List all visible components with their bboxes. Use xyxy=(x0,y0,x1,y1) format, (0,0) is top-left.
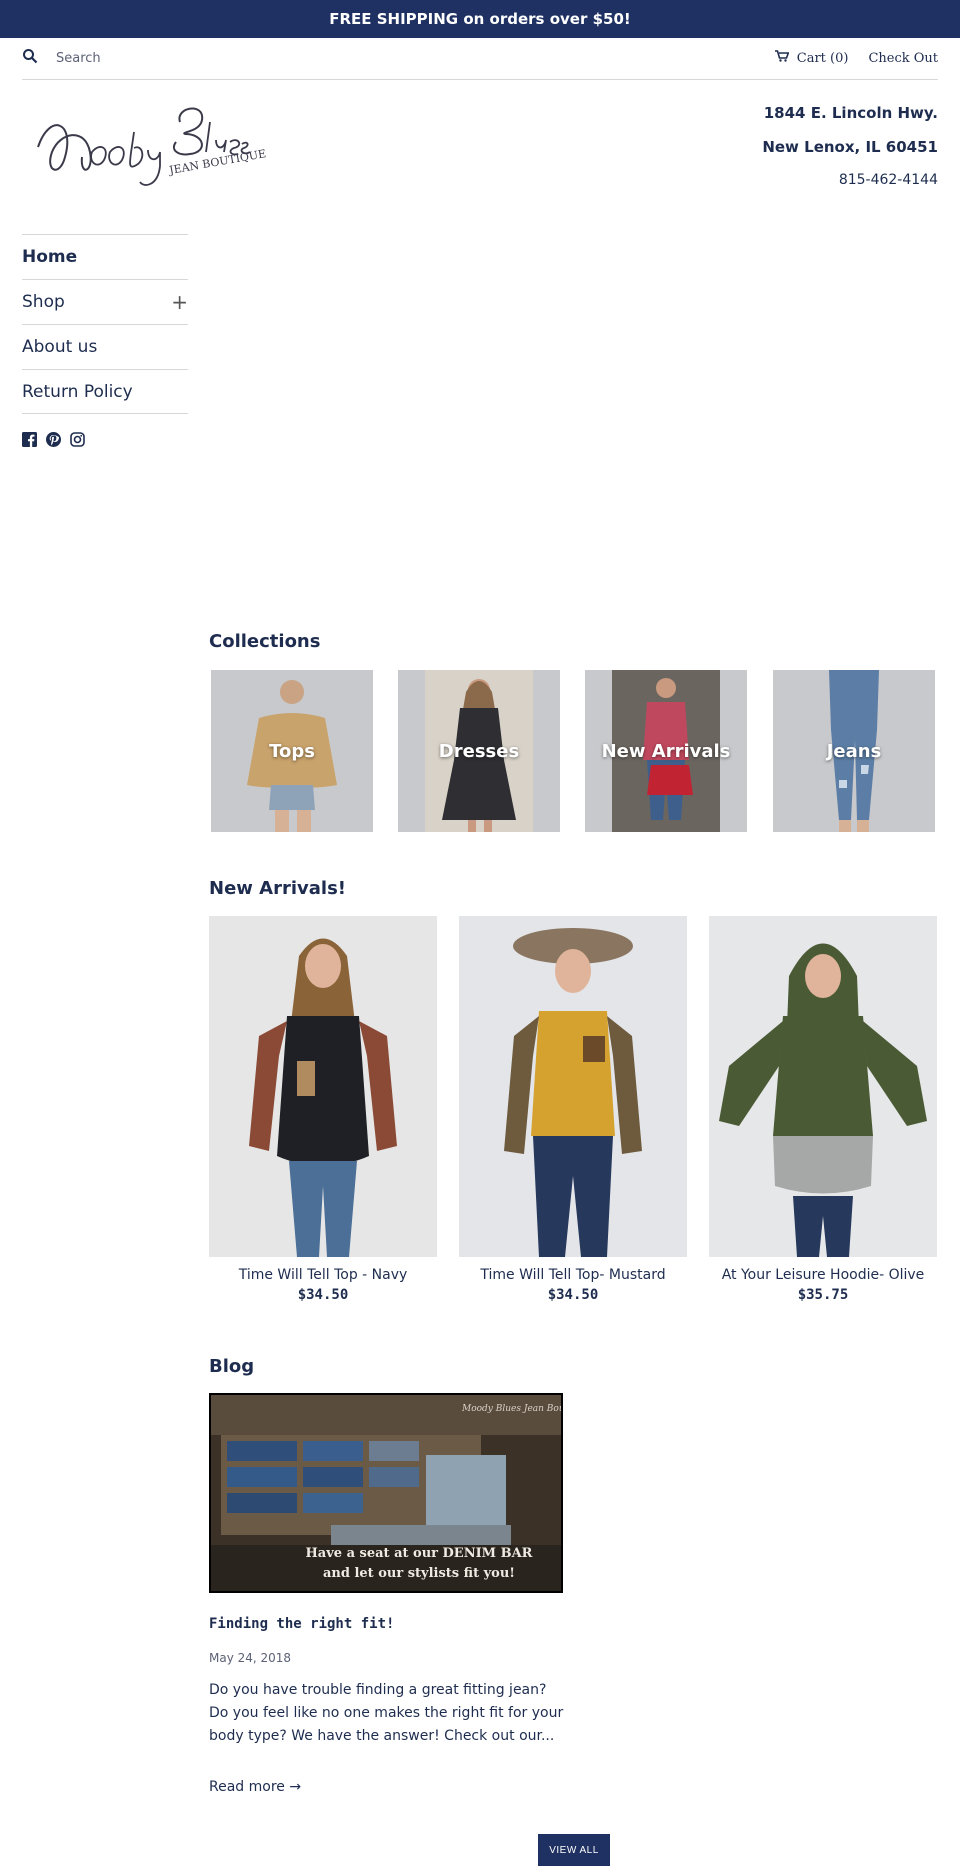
collection-tile-dresses[interactable]: Dresses xyxy=(398,670,560,832)
cart-links: Cart (0) Check Out xyxy=(774,50,938,66)
blog-post-image[interactable]: Have a seat at our DENIM BAR and let our… xyxy=(209,1393,563,1593)
store-phone[interactable]: 815-462-4144 xyxy=(762,172,938,188)
product-name[interactable]: At Your Leisure Hoodie- Olive xyxy=(709,1267,937,1283)
address-street: 1844 E. Lincoln Hwy. xyxy=(763,104,938,122)
nav-label-shop: Shop xyxy=(22,292,65,312)
facebook-icon[interactable] xyxy=(22,432,37,447)
nav-item-about[interactable]: About us xyxy=(22,324,188,369)
address-city: New Lenox, IL 60451 xyxy=(762,138,938,156)
instagram-icon[interactable] xyxy=(70,432,85,447)
read-more-link[interactable]: Read more → xyxy=(209,1779,301,1795)
blog-image-caption-2: and let our stylists fit you! xyxy=(323,1566,515,1581)
nav-item-return-policy[interactable]: Return Policy xyxy=(22,369,188,414)
blog-image-caption-1: Have a seat at our DENIM BAR xyxy=(306,1546,533,1561)
collection-label-jeans: Jeans xyxy=(826,740,882,762)
nav-label-about: About us xyxy=(22,337,98,357)
checkout-link[interactable]: Check Out xyxy=(868,51,938,66)
product-card[interactable]: At Your Leisure Hoodie- Olive $35.75 xyxy=(709,916,937,1303)
blog-heading: Blog xyxy=(209,1356,255,1377)
collection-label-tops: Tops xyxy=(269,740,315,762)
product-image[interactable] xyxy=(709,916,937,1257)
blog-post-title[interactable]: Finding the right fit! xyxy=(209,1616,394,1632)
blog-image-brand: Moody Blues Jean Boutique xyxy=(461,1404,561,1414)
collections-heading: Collections xyxy=(209,631,321,652)
product-name[interactable]: Time Will Tell Top- Mustard xyxy=(459,1267,687,1283)
product-card[interactable]: Time Will Tell Top - Navy $34.50 xyxy=(209,916,437,1303)
blog-post-date: May 24, 2018 xyxy=(209,1651,292,1665)
collection-tile-new-arrivals[interactable]: New Arrivals xyxy=(585,670,747,832)
nav-label-home: Home xyxy=(22,247,78,267)
announcement-bar: FREE SHIPPING on orders over $50! xyxy=(0,0,960,38)
product-image[interactable] xyxy=(459,916,687,1257)
nav-item-shop[interactable]: Shop + xyxy=(22,279,188,324)
collection-tile-tops[interactable]: Tops xyxy=(211,670,373,832)
nav-item-home[interactable]: Home xyxy=(22,234,188,279)
product-name[interactable]: Time Will Tell Top - Navy xyxy=(209,1267,437,1283)
search-icon[interactable] xyxy=(22,48,38,68)
collection-tile-jeans[interactable]: Jeans xyxy=(773,670,935,832)
store-logo[interactable]: JEAN BOUTIQUE xyxy=(30,102,280,212)
top-bar: Cart (0) Check Out xyxy=(22,38,938,80)
view-all-button[interactable]: VIEW ALL xyxy=(538,1834,610,1866)
product-price: $34.50 xyxy=(547,1287,599,1303)
cart-icon[interactable] xyxy=(774,50,797,66)
expand-icon[interactable]: + xyxy=(171,290,188,314)
cart-link[interactable]: Cart (0) xyxy=(797,51,849,66)
site-navigation: Home Shop + About us Return Policy xyxy=(22,234,188,414)
store-address: 1844 E. Lincoln Hwy. New Lenox, IL 60451… xyxy=(762,104,938,188)
logo-subtitle: JEAN BOUTIQUE xyxy=(167,147,267,177)
collection-label-dresses: Dresses xyxy=(438,740,520,762)
product-image[interactable] xyxy=(209,916,437,1257)
nav-label-returns: Return Policy xyxy=(22,381,133,402)
new-arrivals-heading: New Arrivals! xyxy=(209,878,346,899)
social-links xyxy=(22,432,85,447)
product-card[interactable]: Time Will Tell Top- Mustard $34.50 xyxy=(459,916,687,1303)
pinterest-icon[interactable] xyxy=(46,432,61,447)
search-input[interactable] xyxy=(56,50,256,66)
blog-post-excerpt: Do you have trouble finding a great fitt… xyxy=(209,1682,564,1744)
collection-label-new-arrivals: New Arrivals xyxy=(601,740,731,762)
product-price: $35.75 xyxy=(797,1287,849,1303)
product-price: $34.50 xyxy=(297,1287,349,1303)
search-form[interactable] xyxy=(22,46,256,70)
